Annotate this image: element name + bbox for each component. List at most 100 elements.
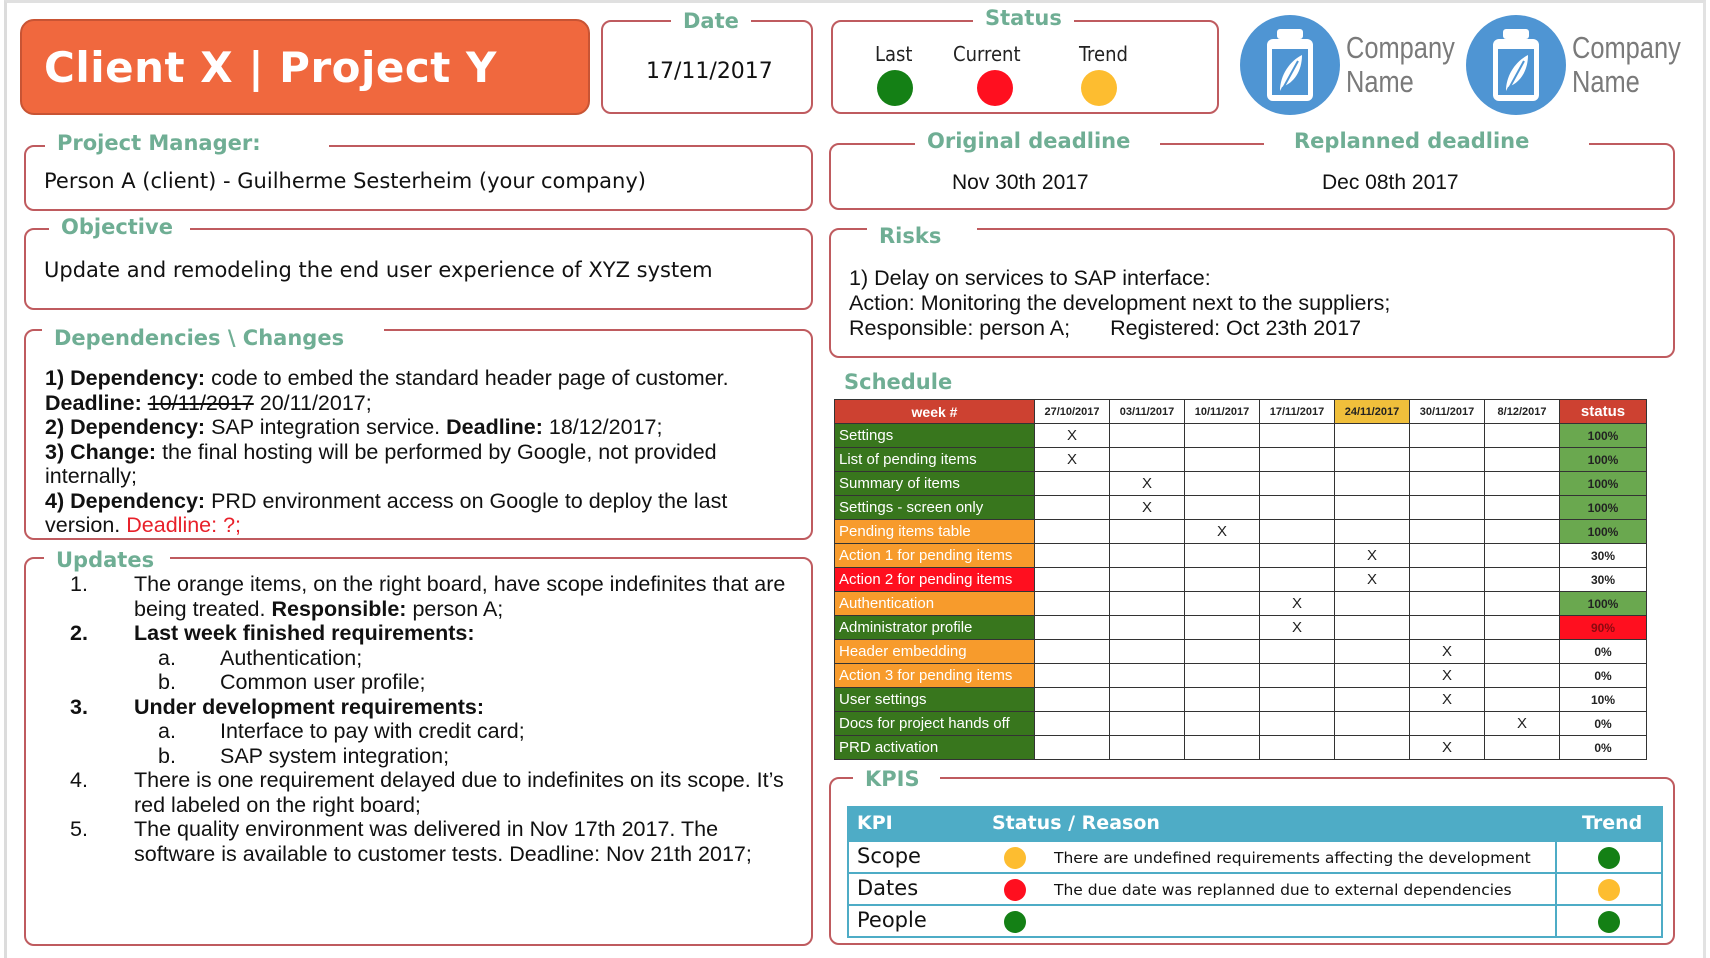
- schedule-cell: [1334, 663, 1410, 688]
- dependency-prefix: 2) Dependency:: [45, 415, 206, 439]
- schedule-row: Action 2 for pending items X 30%: [834, 567, 1647, 592]
- kpi-trend-green-icon: [1598, 911, 1620, 933]
- week-header: week #: [834, 399, 1035, 424]
- schedule-cell: [1259, 519, 1335, 544]
- kpi-col-kpi: KPI: [857, 812, 893, 834]
- update-subnumber: b.: [158, 670, 176, 694]
- update-number: 4.: [70, 768, 88, 792]
- task-name: Action 1 for pending items: [834, 543, 1035, 568]
- risk-line: Responsible: person A; Registered: Oct 23…: [849, 316, 1390, 341]
- task-name: Summary of items: [834, 471, 1035, 496]
- schedule-row: Action 3 for pending items X 0%: [834, 663, 1647, 688]
- update-item: 3. Under development requirements:: [70, 695, 800, 720]
- schedule-cell: [1109, 543, 1185, 568]
- update-item: 1. The orange items, on the right board, …: [70, 572, 800, 621]
- schedule-row: Action 1 for pending items X 30%: [834, 543, 1647, 568]
- update-subitem: a. Interface to pay with credit card;: [70, 719, 800, 744]
- risk-registered: Registered: Oct 23th 2017: [1110, 316, 1362, 340]
- dependency-item: 4) Dependency: PRD environment access on…: [45, 489, 805, 538]
- risk-line: Action: Monitoring the development next …: [849, 291, 1391, 315]
- dependency-prefix: 4) Dependency:: [45, 488, 206, 513]
- dependency-text: code to embed the standard header page o…: [205, 366, 729, 390]
- company-name: Company Name: [1346, 31, 1455, 99]
- schedule-cell: [1334, 423, 1410, 448]
- task-name: Header embedding: [834, 639, 1035, 664]
- project-manager-value: Person A (client) - Guilherme Sesterheim…: [44, 169, 646, 193]
- task-status: 0%: [1559, 639, 1647, 664]
- schedule-cell: [1409, 615, 1485, 640]
- schedule-cell: [1259, 495, 1335, 520]
- task-name: Pending items table: [834, 519, 1035, 544]
- kpi-reason: The due date was replanned due to extern…: [1054, 881, 1512, 899]
- dependency-deadline-alert: Deadline: ?;: [126, 513, 242, 537]
- task-name: User settings: [834, 687, 1035, 712]
- schedule-cell: [1184, 543, 1260, 568]
- task-status: 30%: [1559, 543, 1647, 568]
- schedule-cell: [1034, 519, 1110, 544]
- status-header: status: [1559, 399, 1647, 424]
- schedule-cell: [1259, 711, 1335, 736]
- status-lamp-label: Last: [875, 42, 913, 66]
- schedule-cell: [1184, 495, 1260, 520]
- dependency-item: 3) Change: the final hosting will be per…: [45, 440, 805, 489]
- kpi-header-row: KPI Status / Reason Trend: [849, 808, 1661, 840]
- task-status: 100%: [1559, 471, 1647, 496]
- schedule-cell: [1259, 543, 1335, 568]
- schedule-cell: [1034, 735, 1110, 760]
- schedule-cell: X: [1109, 471, 1185, 496]
- task-name: Administrator profile: [834, 615, 1035, 640]
- kpi-divider: [1555, 842, 1557, 872]
- task-status: 0%: [1559, 735, 1647, 760]
- schedule-cell: [1334, 711, 1410, 736]
- schedule-cell: [1484, 471, 1560, 496]
- schedule-cell: [1109, 615, 1185, 640]
- task-name: List of pending items: [834, 447, 1035, 472]
- schedule-cell: [1334, 687, 1410, 712]
- company-name-line1: Company: [1572, 30, 1681, 65]
- schedule-cell: [1034, 639, 1110, 664]
- schedule-cell: [1109, 735, 1185, 760]
- task-name: Action 3 for pending items: [834, 663, 1035, 688]
- schedule-cell: X: [1409, 735, 1485, 760]
- schedule-cell: [1484, 591, 1560, 616]
- update-number: 1.: [70, 572, 88, 596]
- schedule-cell: [1484, 519, 1560, 544]
- task-status: 100%: [1559, 519, 1647, 544]
- schedule-row: Settings - screen only X 100%: [834, 495, 1647, 520]
- company-name-line2: Name: [1572, 64, 1640, 99]
- schedule-cell: X: [1409, 687, 1485, 712]
- schedule-cell: [1259, 447, 1335, 472]
- schedule-cell: [1259, 663, 1335, 688]
- kpi-trend-yellow-icon: [1598, 879, 1620, 901]
- schedule-row: Administrator profile X 90%: [834, 615, 1647, 640]
- kpi-table: KPI Status / Reason Trend Scope There are un…: [847, 806, 1663, 938]
- kpi-divider: [1555, 874, 1557, 904]
- updates-label: Updates: [44, 548, 171, 572]
- kpi-row: Scope There are undefined requirements af…: [849, 840, 1661, 872]
- schedule-cell: X: [1259, 615, 1335, 640]
- update-subitem: b. Common user profile;: [70, 670, 800, 695]
- schedule-cell: [1409, 471, 1485, 496]
- schedule-cell: X: [1409, 663, 1485, 688]
- task-name: Settings: [834, 423, 1035, 448]
- schedule-cell: [1259, 735, 1335, 760]
- task-status: 10%: [1559, 687, 1647, 712]
- schedule-cell: [1184, 639, 1260, 664]
- objective-value: Update and remodeling the end user exper…: [44, 258, 713, 282]
- week-column: 10/11/2017: [1184, 399, 1260, 424]
- dependency-prefix: 1) Dependency:: [45, 366, 206, 390]
- schedule-row: Pending items table X 100%: [834, 519, 1647, 544]
- task-status: 100%: [1559, 447, 1647, 472]
- schedule-cell: [1484, 543, 1560, 568]
- update-text: There is one requirement delayed due to …: [134, 768, 784, 817]
- kpis-label: KPIS: [853, 767, 940, 791]
- update-heading: Under development requirements:: [134, 694, 485, 719]
- schedule-cell: [1259, 687, 1335, 712]
- update-subtext: Common user profile;: [220, 670, 426, 694]
- schedule-cell: [1034, 495, 1110, 520]
- status-panel: Status Last Current Trend: [831, 6, 1219, 114]
- dependency-text: SAP integration service.: [205, 415, 447, 439]
- update-subtext: SAP system integration;: [220, 743, 450, 768]
- task-status: 0%: [1559, 711, 1647, 736]
- update-number: 2.: [70, 621, 88, 645]
